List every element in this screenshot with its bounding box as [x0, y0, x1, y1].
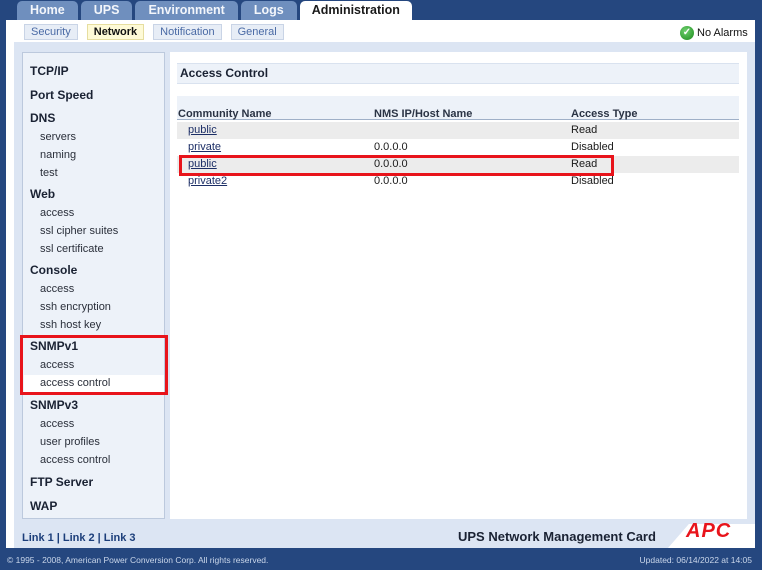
sidebar-item-dns-test[interactable]: test — [40, 167, 58, 179]
nms-cell: 0.0.0.0 — [374, 175, 408, 187]
footer-link-1[interactable]: Link 1 — [22, 532, 54, 544]
access-cell: Disabled — [571, 141, 614, 153]
sidebar-item-snmpv1-access[interactable]: access — [40, 359, 74, 371]
subtab-security[interactable]: Security — [24, 24, 78, 40]
apc-logo: APC — [686, 520, 732, 542]
table-row: private2 0.0.0.0 Disabled — [177, 173, 739, 190]
nms-cell: 0.0.0.0 — [374, 158, 408, 170]
community-link[interactable]: private — [188, 141, 221, 153]
table-row: private 0.0.0.0 Disabled — [177, 139, 739, 156]
main-panel: Access Control Community Name NMS IP/Hos… — [170, 52, 747, 519]
alarm-status[interactable]: ✓ No Alarms — [680, 26, 748, 40]
check-icon: ✓ — [680, 26, 694, 40]
footer-link-2[interactable]: Link 2 — [63, 532, 95, 544]
community-link[interactable]: public — [188, 158, 217, 170]
column-header-community: Community Name — [178, 108, 272, 120]
column-header-nms: NMS IP/Host Name — [374, 108, 473, 120]
product-name: UPS Network Management Card — [458, 529, 656, 544]
sidebar-item-tcpip[interactable]: TCP/IP — [30, 64, 69, 78]
sidebar-item-dns-servers[interactable]: servers — [40, 131, 76, 143]
sidebar-item-ssl-cipher-suites[interactable]: ssl cipher suites — [40, 225, 118, 237]
copyright-text: © 1995 - 2008, American Power Conversion… — [7, 555, 269, 565]
access-cell: Read — [571, 124, 598, 136]
sidebar-item-snmpv1[interactable]: SNMPv1 — [30, 339, 78, 353]
page-title: Access Control — [177, 63, 739, 84]
footer-links: Link 1 | Link 2 | Link 3 — [22, 532, 136, 544]
column-header-access: Access Type — [571, 108, 638, 120]
subtab-notification[interactable]: Notification — [153, 24, 222, 40]
table-row: public 0.0.0.0 Read — [177, 156, 739, 173]
footer-separator: | — [56, 532, 60, 544]
sidebar: TCP/IP Port Speed DNS servers naming tes… — [22, 52, 165, 519]
table-row: public Read — [177, 122, 739, 139]
tab-administration[interactable]: Administration — [299, 1, 412, 20]
alarm-status-label: No Alarms — [697, 27, 748, 39]
tab-ups[interactable]: UPS — [80, 1, 133, 20]
community-link[interactable]: public — [188, 124, 217, 136]
sidebar-item-snmpv3-access-control[interactable]: access control — [40, 454, 110, 466]
sidebar-item-ftp-server[interactable]: FTP Server — [30, 475, 93, 489]
sidebar-item-web[interactable]: Web — [30, 187, 55, 201]
tab-environment[interactable]: Environment — [135, 1, 238, 20]
sidebar-item-ssh-host-key[interactable]: ssh host key — [40, 319, 101, 331]
table-header: Community Name NMS IP/Host Name Access T… — [177, 96, 739, 120]
sidebar-item-web-access[interactable]: access — [40, 207, 74, 219]
sidebar-item-ssl-certificate[interactable]: ssl certificate — [40, 243, 104, 255]
nms-cell: 0.0.0.0 — [374, 141, 408, 153]
sidebar-item-wap[interactable]: WAP — [30, 499, 57, 513]
updated-timestamp: Updated: 06/14/2022 at 14:05 — [639, 555, 752, 565]
top-tabs: Home UPS Environment Logs Administration — [17, 1, 412, 20]
sidebar-item-console-access[interactable]: access — [40, 283, 74, 295]
sidebar-item-snmpv3[interactable]: SNMPv3 — [30, 398, 78, 412]
tab-logs[interactable]: Logs — [240, 1, 297, 20]
sidebar-item-snmpv1-access-control[interactable]: access control — [40, 377, 110, 389]
subtab-general[interactable]: General — [230, 24, 284, 40]
sidebar-item-dns-naming[interactable]: naming — [40, 149, 76, 161]
sidebar-item-ssh-encryption[interactable]: ssh encryption — [40, 301, 111, 313]
sidebar-item-dns[interactable]: DNS — [30, 111, 55, 125]
footer-link-3[interactable]: Link 3 — [104, 532, 136, 544]
sidebar-item-port-speed[interactable]: Port Speed — [30, 88, 93, 102]
access-cell: Read — [571, 158, 598, 170]
sidebar-item-console[interactable]: Console — [30, 263, 77, 277]
community-link[interactable]: private2 — [188, 175, 227, 187]
subtab-network[interactable]: Network — [86, 24, 145, 40]
sidebar-item-snmpv3-access[interactable]: access — [40, 418, 74, 430]
sub-tabs: Security Network Notification General — [24, 24, 284, 40]
tab-home[interactable]: Home — [17, 1, 78, 20]
sidebar-item-snmpv3-user-profiles[interactable]: user profiles — [40, 436, 100, 448]
footer-separator: | — [97, 532, 101, 544]
access-cell: Disabled — [571, 175, 614, 187]
